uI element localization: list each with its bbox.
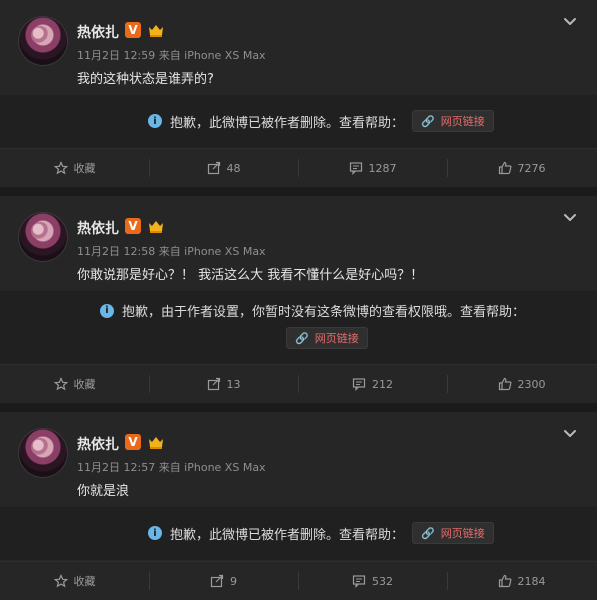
comment-button[interactable]: 212 (298, 365, 447, 403)
repost-icon (210, 574, 224, 588)
favorite-label: 收藏 (73, 575, 96, 588)
like-button[interactable]: 7276 (447, 149, 596, 187)
link-icon: 🔗 (421, 526, 435, 540)
avatar[interactable] (18, 16, 68, 66)
comment-count: 212 (372, 377, 393, 391)
web-link-label: 网页链接 (440, 115, 485, 128)
thumbs-up-icon (498, 377, 511, 391)
weibo-post: 热依扎 V 11月2日 12:58 来自 iPhone XS Max 你敢说那是… (0, 196, 597, 403)
weibo-post: 热依扎 V 11月2日 12:59 来自 iPhone XS Max 我的这种状… (0, 0, 597, 187)
repost-button[interactable]: 9 (149, 562, 298, 600)
repost-button[interactable]: 13 (149, 365, 298, 403)
comment-button[interactable]: 532 (298, 562, 447, 600)
comment-count: 1287 (368, 161, 397, 175)
crown-icon (149, 437, 163, 449)
crown-icon (149, 25, 163, 37)
notice-text: 抱歉，此微博已被作者删除。查看帮助： (170, 115, 405, 131)
post-text: 你就是浪 (77, 484, 130, 499)
web-link[interactable]: 🔗 网页链接 (286, 327, 368, 349)
web-link[interactable]: 🔗 网页链接 (412, 522, 494, 544)
repost-button[interactable]: 48 (149, 149, 298, 187)
like-count: 2300 (517, 377, 546, 391)
thumbs-up-icon (498, 574, 511, 588)
web-link-label: 网页链接 (314, 332, 359, 345)
comment-button[interactable]: 1287 (298, 149, 447, 187)
post-meta: 11月2日 12:57 来自 iPhone XS Max (77, 461, 266, 474)
username[interactable]: 热依扎 (77, 434, 119, 454)
favorite-button[interactable]: 收藏 (0, 149, 149, 187)
favorite-button[interactable]: 收藏 (0, 365, 149, 403)
post-actions: 收藏 48 1287 7276 (0, 148, 597, 187)
repost-count: 9 (230, 574, 237, 588)
avatar[interactable] (18, 428, 68, 478)
favorite-label: 收藏 (73, 162, 96, 175)
repost-count: 13 (226, 377, 241, 391)
favorite-button[interactable]: 收藏 (0, 562, 149, 600)
crown-icon (149, 221, 163, 233)
post-header: 热依扎 V 11月2日 12:59 来自 iPhone XS Max 我的这种状… (0, 0, 597, 95)
web-link[interactable]: 🔗 网页链接 (412, 110, 494, 132)
restricted-notice: i 抱歉，由于作者设置，你暂时没有这条微博的查看权限哦。查看帮助： 🔗 网页链接 (0, 291, 597, 364)
repost-icon (207, 161, 220, 175)
comment-icon (352, 575, 366, 588)
like-button[interactable]: 2184 (447, 562, 596, 600)
weibo-post: 热依扎 V 11月2日 12:57 来自 iPhone XS Max 你就是浪 … (0, 412, 597, 600)
repost-count: 48 (226, 161, 241, 175)
comment-icon (349, 162, 362, 175)
info-icon: i (100, 303, 114, 318)
like-count: 7276 (517, 161, 546, 175)
comment-count: 532 (372, 574, 393, 588)
verified-badge: V (125, 218, 141, 234)
deleted-notice: i 抱歉，此微博已被作者删除。查看帮助： 🔗 网页链接 (0, 95, 597, 148)
post-text: 你敢说那是好心？！ 我活这么大 我看不懂什么是好心吗？！ (77, 268, 424, 283)
link-icon: 🔗 (295, 331, 309, 345)
username[interactable]: 热依扎 (77, 218, 119, 238)
link-icon: 🔗 (421, 114, 435, 128)
notice-text: 抱歉，此微博已被作者删除。查看帮助： (170, 527, 405, 543)
post-text: 我的这种状态是谁弄的? (77, 72, 214, 87)
chevron-down-icon[interactable] (563, 426, 577, 440)
post-header: 热依扎 V 11月2日 12:57 来自 iPhone XS Max 你就是浪 (0, 412, 597, 507)
post-actions: 收藏 13 212 2300 (0, 364, 597, 403)
star-icon (53, 377, 68, 391)
star-icon (53, 161, 68, 175)
thumbs-up-icon (498, 161, 511, 175)
repost-icon (207, 377, 220, 391)
chevron-down-icon[interactable] (563, 14, 577, 28)
like-count: 2184 (517, 574, 546, 588)
star-icon (53, 574, 68, 588)
chevron-down-icon[interactable] (563, 210, 577, 224)
post-meta: 11月2日 12:59 来自 iPhone XS Max (77, 49, 266, 62)
like-button[interactable]: 2300 (447, 365, 596, 403)
verified-badge: V (125, 434, 141, 450)
notice-text: 抱歉，由于作者设置，你暂时没有这条微博的查看权限哦。查看帮助： (122, 305, 526, 320)
verified-badge: V (125, 22, 141, 38)
info-icon: i (148, 114, 162, 128)
avatar[interactable] (18, 212, 68, 262)
deleted-notice: i 抱歉，此微博已被作者删除。查看帮助： 🔗 网页链接 (0, 507, 597, 560)
username[interactable]: 热依扎 (77, 22, 119, 42)
post-actions: 收藏 9 532 2184 (0, 561, 597, 600)
comment-icon (352, 378, 366, 391)
info-icon: i (148, 526, 162, 540)
post-header: 热依扎 V 11月2日 12:58 来自 iPhone XS Max 你敢说那是… (0, 196, 597, 291)
post-meta: 11月2日 12:58 来自 iPhone XS Max (77, 245, 266, 258)
web-link-label: 网页链接 (440, 527, 485, 540)
favorite-label: 收藏 (73, 378, 96, 391)
